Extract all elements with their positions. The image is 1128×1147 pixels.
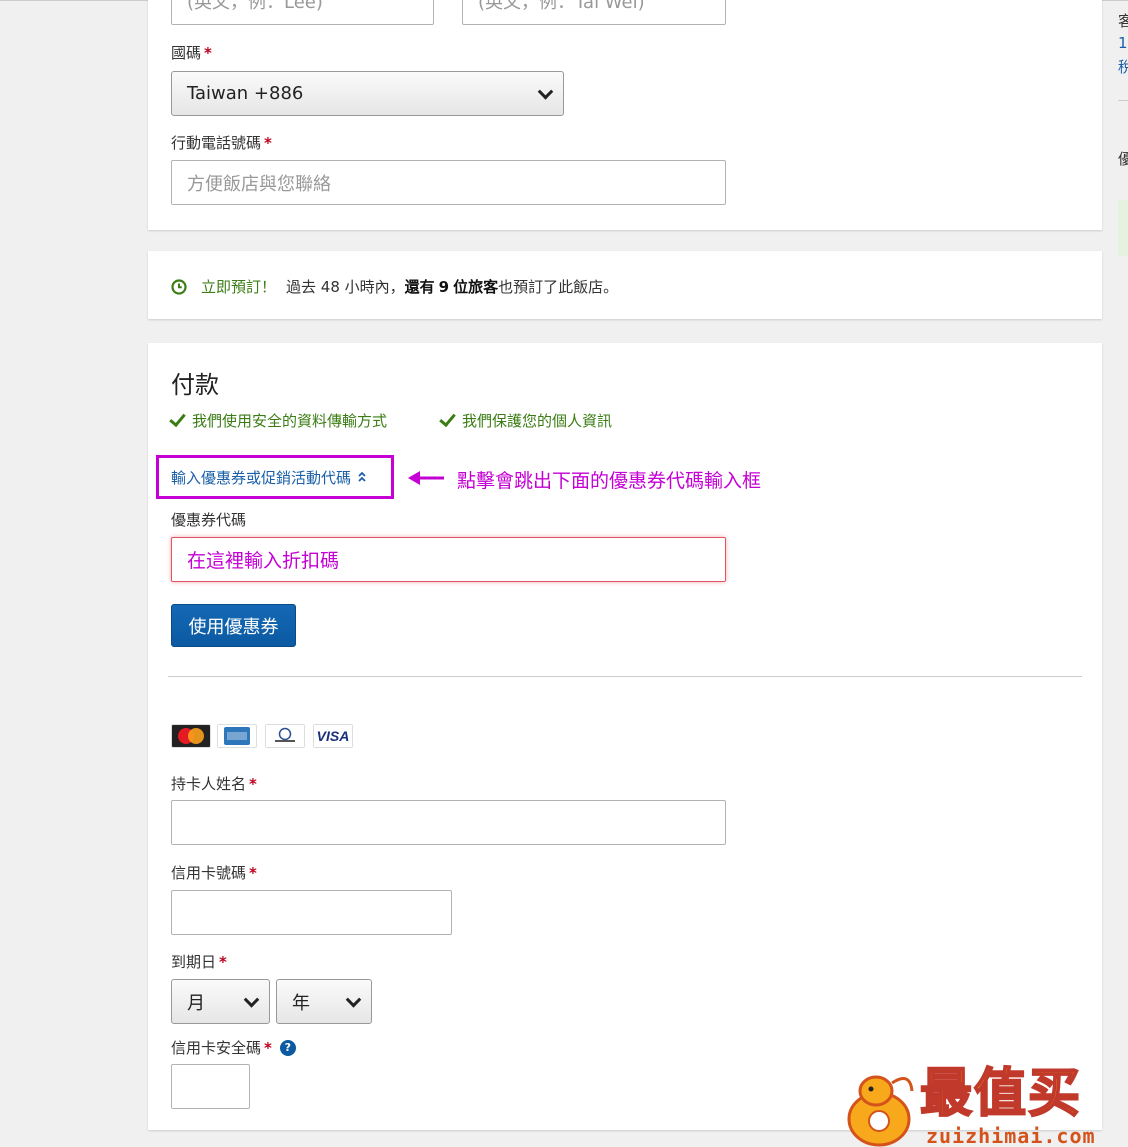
expiry-month-value: 月 [187, 992, 205, 1014]
watermark-url: zuizhimai.com [926, 1124, 1096, 1147]
urgency-bold-2: 位旅客 [453, 278, 499, 296]
first-name-field[interactable]: (英文，例：Tai Wei) [462, 0, 726, 25]
urgency-count: 9 [438, 277, 450, 296]
check-icon [169, 409, 186, 428]
urgency-message: 立即預訂！ 過去 48 小時內， 還有 9 位旅客 也預訂了此飯店。 [171, 276, 618, 297]
payment-title: 付款 [171, 371, 219, 399]
contact-card: (英文，例：Lee) (英文，例：Tai Wei) 國碼 * Taiwan +88… [148, 0, 1102, 230]
secure-transfer-note: 我們使用安全的資料傳輸方式 [169, 409, 388, 431]
payment-card: 付款 我們使用安全的資料傳輸方式 我們保護您的個人資訊 輸入優惠券或促銷活動代碼… [148, 343, 1102, 1130]
section-divider [168, 676, 1082, 677]
chevron-down-icon [243, 991, 260, 1008]
country-code-value: Taiwan +886 [187, 83, 304, 104]
booking-summary-sidebar: 客 1 稅 優 [1104, 0, 1128, 1147]
mobile-field[interactable]: 方便飯店與您聯絡 [171, 160, 726, 205]
amex-logo [217, 724, 257, 748]
annotation-text: 點擊會跳出下面的優惠券代碼輸入框 [457, 470, 762, 492]
chevron-down-icon [345, 991, 362, 1008]
sidebar-text-4: 優 [1118, 150, 1128, 168]
question-icon[interactable]: ? [279, 1039, 296, 1056]
mascot-logo-icon [847, 1075, 914, 1147]
first-name-placeholder: (英文，例：Tai Wei) [478, 0, 645, 13]
urgency-text-after: 也預訂了此飯店。 [498, 278, 619, 296]
card-number-field[interactable] [171, 890, 452, 935]
diners-club-logo [265, 724, 305, 748]
sidebar-text-3[interactable]: 稅 [1118, 56, 1128, 77]
coupon-input-value: 在這裡輸入折扣碼 [187, 550, 340, 572]
watermark-brand: 最值买 [919, 1064, 1083, 1124]
expiry-label: 到期日 * [171, 953, 227, 971]
urgency-bold-1: 還有 [404, 278, 435, 296]
sidebar-highlight-box [1118, 200, 1128, 256]
coupon-input[interactable]: 在這裡輸入折扣碼 [171, 537, 726, 582]
sidebar-divider [1118, 100, 1128, 101]
arrow-left-icon [408, 471, 444, 485]
promo-toggle-label: 輸入優惠券或促銷活動代碼 [171, 468, 352, 487]
cvv-label: 信用卡安全碼 * ? [171, 1037, 296, 1058]
expiry-year-select[interactable]: 年 [276, 979, 372, 1024]
last-name-placeholder: (英文，例：Lee) [187, 0, 323, 13]
privacy-text: 我們保護您的個人資訊 [462, 412, 613, 430]
coupon-label: 優惠券代碼 [171, 511, 247, 529]
chevron-down-icon [537, 83, 554, 100]
mobile-label: 行動電話號碼 * [171, 134, 272, 152]
country-code-select[interactable]: Taiwan +886 [171, 71, 564, 116]
secure-transfer-text: 我們使用安全的資料傳輸方式 [192, 412, 388, 430]
visa-logo: VISA [313, 724, 353, 748]
watermark: 最值买 zuizhimai.com [840, 1064, 1128, 1147]
last-name-field[interactable]: (英文，例：Lee) [171, 0, 434, 25]
expiry-year-value: 年 [292, 992, 310, 1014]
expiry-month-select[interactable]: 月 [171, 979, 270, 1024]
cardholder-name-field[interactable] [171, 800, 726, 845]
clock-icon [171, 278, 187, 295]
visa-text: VISA [316, 728, 350, 744]
check-icon [439, 409, 456, 428]
urgency-text-before: 過去 48 小時內， [286, 278, 405, 296]
mobile-placeholder: 方便飯店與您聯絡 [187, 173, 331, 195]
double-chevron-up-icon [358, 471, 366, 482]
urgency-card: 立即預訂！ 過去 48 小時內， 還有 9 位旅客 也預訂了此飯店。 [148, 251, 1102, 319]
urgency-highlight: 立即預訂！ [201, 278, 277, 296]
card-number-label: 信用卡號碼 * [171, 864, 257, 882]
apply-coupon-button[interactable]: 使用優惠券 [171, 604, 296, 647]
cardholder-label: 持卡人姓名 * [171, 775, 257, 793]
promo-code-toggle[interactable]: 輸入優惠券或促銷活動代碼 [156, 455, 394, 499]
sidebar-text-1: 客 [1118, 12, 1128, 30]
privacy-note: 我們保護您的個人資訊 [439, 409, 613, 431]
country-code-label: 國碼 * [171, 44, 212, 62]
apply-coupon-label: 使用優惠券 [188, 616, 279, 638]
sidebar-text-2: 1 [1118, 34, 1128, 52]
cvv-field[interactable] [171, 1064, 250, 1109]
mastercard-logo [171, 724, 211, 748]
